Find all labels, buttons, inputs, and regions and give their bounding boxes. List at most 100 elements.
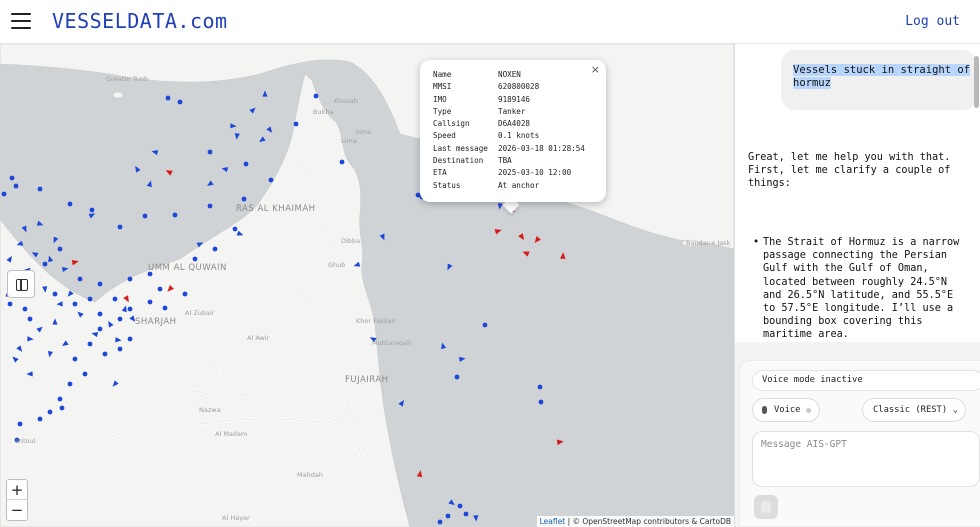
- vessel-marker: [17, 421, 23, 427]
- vessel-marker: [97, 311, 103, 317]
- vessel-marker: [127, 306, 133, 312]
- chevron-down-icon: ⌄: [952, 405, 958, 415]
- map-label-al-hayer: Al Hayer: [222, 514, 250, 522]
- mode-select-value: Classic (REST): [873, 405, 948, 415]
- chat-scrollbar[interactable]: [974, 56, 979, 108]
- vessel-marker: [67, 381, 73, 387]
- vessel-marker: [177, 99, 183, 105]
- popup-field-label: IMO: [433, 94, 447, 104]
- top-header: VESSELDATA.com Log out: [0, 0, 980, 44]
- vessel-marker: [437, 519, 443, 525]
- vessel-marker: [89, 207, 95, 213]
- vessel-marker: [293, 121, 299, 127]
- popup-close-icon[interactable]: ×: [591, 63, 600, 76]
- map-label-bandar-e-jask: Bandar-e Jask: [686, 239, 731, 247]
- map-label-lima: Lima: [341, 137, 357, 145]
- sidebar-panel-icon: [16, 279, 28, 291]
- microphone-icon: [762, 406, 767, 414]
- island-greater-tunb: [112, 91, 124, 99]
- vessel-marker: [87, 296, 93, 302]
- mode-select[interactable]: Classic (REST) ⌄: [862, 398, 966, 422]
- popup-field-label: Last message: [433, 143, 488, 153]
- voice-button-label: Voice: [774, 405, 801, 415]
- assistant-message-intro: Great, let me help you with that. First,…: [748, 152, 951, 190]
- vessel-marker: [1, 191, 7, 197]
- vessel-marker: [454, 374, 460, 380]
- popup-field-label: Status: [433, 180, 461, 190]
- chat-history[interactable]: Vessels stuck in straight of hormuz Grea…: [735, 44, 980, 342]
- user-message-bubble: Vessels stuck in straight of hormuz: [781, 50, 977, 110]
- zoom-out-button[interactable]: −: [7, 500, 27, 520]
- popup-field-value: Tanker: [498, 106, 526, 116]
- vessel-marker: [82, 371, 88, 377]
- voice-button[interactable]: Voice: [752, 398, 820, 422]
- popup-row: IMO 9189146: [433, 95, 585, 107]
- vessel-marker: [37, 186, 43, 192]
- popup-field-label: Destination: [433, 156, 484, 166]
- vessel-marker: [52, 291, 58, 297]
- vessel-marker: [117, 224, 123, 230]
- vessel-marker: [117, 316, 123, 322]
- vessel-marker: [313, 93, 319, 99]
- map-label-greater-tunb: Greater Tunb: [106, 75, 149, 83]
- vessel-marker: [7, 301, 13, 307]
- vessel-marker: [37, 416, 43, 422]
- vessel-marker: [77, 276, 83, 282]
- popup-field-value: At anchor: [498, 180, 540, 190]
- hamburger-menu-icon[interactable]: [11, 13, 31, 31]
- map-label-fujairah: FUJAIRAH: [345, 375, 389, 385]
- vessel-marker: [42, 261, 48, 267]
- vessel-marker: [182, 291, 188, 297]
- popup-row: Last message 2026-03-18 01:28:54: [433, 144, 585, 156]
- vessel-marker: [57, 246, 63, 252]
- popup-row: Name NOXEN: [433, 70, 585, 82]
- map-label-muhtaraqah: Muhtaraqah: [372, 339, 412, 347]
- popup-row: Status At anchor: [433, 181, 585, 193]
- map-label-ghub: Ghub: [328, 261, 346, 269]
- vessel-marker: [232, 226, 238, 232]
- vessel-marker: [268, 177, 274, 183]
- popup-field-label: Type: [433, 106, 452, 116]
- map-label-umm-al-quwain: UMM AL QUWAIN: [148, 263, 227, 273]
- popup-field-value: 620800028: [498, 82, 540, 92]
- layer-toggle-button[interactable]: [7, 270, 35, 298]
- map-label-al-zubair: Al Zubair: [185, 309, 215, 317]
- vessel-marker: [27, 316, 33, 322]
- user-message-text: Vessels stuck in straight of hormuz: [793, 64, 971, 89]
- vessel-marker: [87, 341, 93, 347]
- vessel-marker: [207, 149, 213, 155]
- send-button[interactable]: [754, 495, 778, 519]
- map-canvas[interactable]: [0, 44, 734, 527]
- chat-input-panel: Voice mode inactive Voice Classic (REST)…: [739, 360, 980, 527]
- vessel-map[interactable]: Greater Tunb Khasab Bukha Sima Lima RAS …: [0, 44, 734, 527]
- vessel-marker: [463, 511, 469, 517]
- vessel-marker: [112, 296, 118, 302]
- vessel-marker: [102, 351, 108, 357]
- popup-field-value: 2026-03-18 01:28:54: [498, 143, 585, 153]
- vessel-marker: [59, 405, 65, 411]
- vessel-marker: [162, 305, 168, 311]
- brand-logo[interactable]: VESSELDATA.com: [52, 9, 228, 33]
- message-input[interactable]: Message AIS-GPT: [752, 431, 980, 487]
- popup-field-label: Callsign: [433, 119, 470, 129]
- vessel-marker: [9, 175, 15, 181]
- vessel-marker: [537, 384, 543, 390]
- map-label-al-awir: Al Awir: [247, 334, 270, 342]
- leaflet-link[interactable]: Leaflet: [540, 517, 566, 526]
- vessel-marker: [147, 299, 153, 305]
- vessel-marker: [97, 326, 103, 332]
- popup-row: Speed 0.1 knots: [433, 131, 585, 143]
- zoom-in-button[interactable]: +: [7, 480, 27, 500]
- map-label-al-madam: Al Madam: [215, 430, 248, 438]
- attribution-text: | © OpenStreetMap contributors & CartoDB: [567, 517, 731, 526]
- vessel-marker: [127, 336, 133, 342]
- vessel-marker: [72, 301, 78, 307]
- map-label-nazwa: Nazwa: [199, 406, 221, 414]
- popup-details: Name NOXEN MMSI 620800028 IMO 9189146 Type Tank…: [433, 70, 585, 193]
- vessel-marker: [22, 306, 28, 312]
- logout-link[interactable]: Log out: [905, 14, 960, 29]
- vessel-marker: [47, 409, 53, 415]
- chat-panel: Vessels stuck in straight of hormuz Grea…: [734, 44, 980, 527]
- vessel-marker: [172, 212, 178, 218]
- vessel-marker: [192, 256, 198, 262]
